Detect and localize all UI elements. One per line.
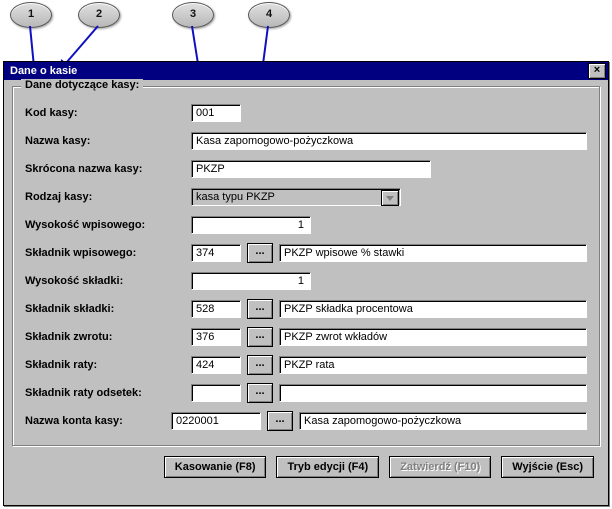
- label-skladnik-raty-odsetek: Składnik raty odsetek:: [25, 387, 185, 399]
- nazwa-kasy-input[interactable]: [191, 132, 587, 150]
- skladnik-zwrotu-desc[interactable]: [279, 328, 587, 346]
- window-title: Dane o kasie: [6, 65, 77, 77]
- skladnik-raty-odsetek-code[interactable]: [191, 384, 241, 402]
- skladnik-raty-browse-button[interactable]: ...: [247, 355, 273, 375]
- titlebar[interactable]: Dane o kasie ×: [4, 62, 608, 80]
- label-skladnik-skladki: Składnik składki:: [25, 303, 185, 315]
- dialog-window: Dane o kasie × Dane dotyczące kasy: Kod …: [3, 61, 609, 506]
- skladnik-raty-odsetek-browse-button[interactable]: ...: [247, 383, 273, 403]
- skladnik-wpisowego-browse-button[interactable]: ...: [247, 243, 273, 263]
- label-wysokosc-skladki: Wysokość składki:: [25, 275, 185, 287]
- label-skladnik-zwrotu: Składnik zwrotu:: [25, 331, 185, 343]
- skladnik-raty-odsetek-desc[interactable]: [279, 384, 587, 402]
- label-nazwa-konta: Nazwa konta kasy:: [25, 415, 165, 427]
- konto-code[interactable]: [171, 412, 261, 430]
- skladnik-skladki-desc[interactable]: [279, 300, 587, 318]
- rodzaj-kasy-value: kasa typu PKZP: [196, 191, 275, 203]
- label-nazwa-kasy: Nazwa kasy:: [25, 135, 185, 147]
- label-rodzaj-kasy: Rodzaj kasy:: [25, 191, 185, 203]
- label-wysokosc-wpisowego: Wysokość wpisowego:: [25, 219, 185, 231]
- kod-kasy-input[interactable]: [191, 104, 241, 122]
- skladnik-raty-code[interactable]: [191, 356, 241, 374]
- tryb-edycji-button[interactable]: Tryb edycji (F4): [276, 456, 379, 478]
- callout-2: 2: [78, 2, 120, 28]
- callout-1: 1: [10, 2, 52, 28]
- skladnik-zwrotu-code[interactable]: [191, 328, 241, 346]
- groupbox-kasa: Dane dotyczące kasy: Kod kasy: Nazwa kas…: [12, 86, 600, 446]
- kasowanie-button[interactable]: Kasowanie (F8): [164, 456, 267, 478]
- zatwierdz-button: Zatwierdź (F10): [389, 456, 491, 478]
- callout-4: 4: [248, 2, 290, 28]
- group-legend: Dane dotyczące kasy:: [21, 79, 143, 91]
- skladnik-skladki-code[interactable]: [191, 300, 241, 318]
- konto-desc[interactable]: [299, 412, 587, 430]
- skladnik-wpisowego-code[interactable]: [191, 244, 241, 262]
- wysokosc-wpisowego-input[interactable]: [191, 216, 311, 234]
- close-icon[interactable]: ×: [588, 63, 606, 79]
- label-skladnik-raty: Składnik raty:: [25, 359, 185, 371]
- label-skrocona-nazwa: Skrócona nazwa kasy:: [25, 163, 185, 175]
- wysokosc-skladki-input[interactable]: [191, 272, 311, 290]
- callout-3: 3: [172, 2, 214, 28]
- label-kod-kasy: Kod kasy:: [25, 107, 185, 119]
- button-bar: Kasowanie (F8) Tryb edycji (F4) Zatwierd…: [12, 446, 600, 478]
- konto-browse-button[interactable]: ...: [267, 411, 293, 431]
- wyjscie-button[interactable]: Wyjście (Esc): [501, 456, 594, 478]
- skladnik-skladki-browse-button[interactable]: ...: [247, 299, 273, 319]
- skladnik-zwrotu-browse-button[interactable]: ...: [247, 327, 273, 347]
- label-skladnik-wpisowego: Składnik wpisowego:: [25, 247, 185, 259]
- chevron-down-icon[interactable]: [381, 190, 399, 206]
- rodzaj-kasy-dropdown[interactable]: kasa typu PKZP: [191, 188, 401, 206]
- skladnik-raty-desc[interactable]: [279, 356, 587, 374]
- skrocona-nazwa-input[interactable]: [191, 160, 431, 178]
- skladnik-wpisowego-desc[interactable]: [279, 244, 587, 262]
